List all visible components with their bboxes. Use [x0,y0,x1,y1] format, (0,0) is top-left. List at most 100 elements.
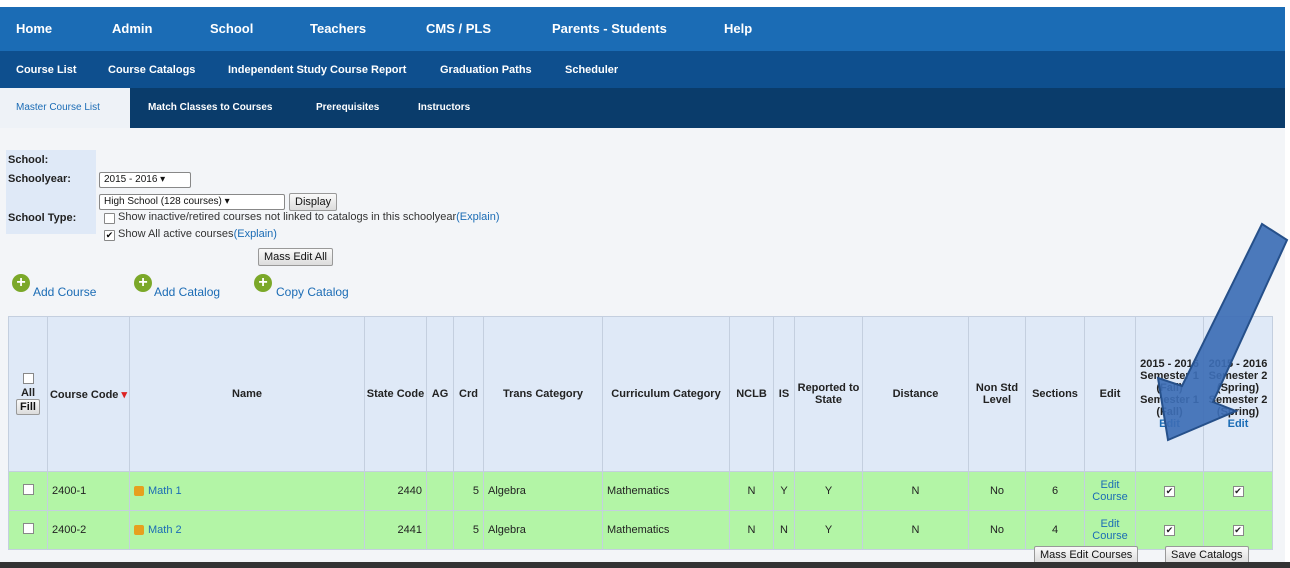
col-sections[interactable]: Sections [1025,316,1085,472]
col-nclb[interactable]: NCLB [729,316,774,472]
edit-course-link[interactable]: Edit Course [1084,471,1136,511]
course-name-link[interactable]: Math 1 [148,485,182,497]
explain-link-active[interactable]: (Explain) [234,228,277,240]
secondary-nav: Course List Course Catalogs Independent … [0,51,1285,88]
nav-parents-students[interactable]: Parents - Students [552,21,667,36]
is-cell: N [773,510,795,550]
col-state-code[interactable]: State Code [364,316,427,472]
mass-edit-all-button[interactable]: Mass Edit All [258,248,333,266]
ag-cell [426,471,454,511]
add-catalog-icon[interactable]: + [134,274,152,292]
col-select-all: All Fill [8,316,48,472]
trans-category-cell: Algebra [483,471,603,511]
bottom-bar [0,562,1290,568]
display-button[interactable]: Display [289,193,338,211]
fill-button[interactable]: Fill [16,399,40,415]
course-code-cell: 2400-2 [47,510,130,550]
show-inactive-checkbox[interactable] [104,213,115,224]
nav-course-catalogs[interactable]: Course Catalogs [108,64,195,76]
tertiary-nav: Master Course List Match Classes to Cour… [0,88,1285,128]
show-active-text: Show All active courses(Explain) [118,228,277,240]
add-course-link[interactable]: Add Course [33,285,96,299]
col-crd[interactable]: Crd [453,316,484,472]
edit-course-link[interactable]: Edit Course [1084,510,1136,550]
schoolyear-select[interactable]: 2015 - 2016 ▾ [99,172,191,188]
copy-catalog-link[interactable]: Copy Catalog [276,285,349,299]
col-name[interactable]: Name [129,316,365,472]
table-row: 2400-1 Math 1 2440 5 Algebra Mathematics… [8,471,1273,511]
course-name-link[interactable]: Math 2 [148,524,182,536]
nclb-cell: N [729,471,774,511]
nav-course-list[interactable]: Course List [16,64,77,76]
non-std-cell: No [968,510,1026,550]
school-label: School: [8,154,49,166]
distance-cell: N [862,471,969,511]
table-row: 2400-2 Math 2 2441 5 Algebra Mathematics… [8,510,1273,550]
semester-1-edit-link[interactable]: Edit [1159,418,1180,430]
lock-icon [134,525,144,536]
schoolyear-label: Schoolyear: [8,173,71,185]
semester-2-edit-link[interactable]: Edit [1228,418,1249,430]
select-all-checkbox[interactable] [22,373,34,384]
col-non-std-level[interactable]: Non Std Level [968,316,1026,472]
nav-home[interactable]: Home [16,21,52,36]
semester-1-checkbox[interactable]: ✔ [1164,525,1175,536]
tab-match-classes[interactable]: Match Classes to Courses [148,102,273,113]
semester-2-checkbox[interactable]: ✔ [1232,525,1244,536]
nav-scheduler[interactable]: Scheduler [565,64,618,76]
reported-cell: Y [794,471,863,511]
tab-prerequisites[interactable]: Prerequisites [316,102,379,113]
nav-help[interactable]: Help [724,21,752,36]
row-checkbox[interactable] [22,484,34,495]
explain-link-inactive[interactable]: (Explain) [456,211,499,223]
state-code-cell: 2440 [364,471,427,511]
semester-1-checkbox[interactable]: ✔ [1164,486,1175,497]
col-is[interactable]: IS [773,316,795,472]
course-table: All Fill Course Code ▾ Name State Code A… [8,316,1273,550]
nav-admin[interactable]: Admin [112,21,152,36]
col-semester-2: 2015 - 2016 Semester 2 (Spring) Semester… [1203,316,1273,472]
school-type-select[interactable]: High School (128 courses) ▾ [99,194,285,210]
nav-graduation-paths[interactable]: Graduation Paths [440,64,532,76]
col-course-code[interactable]: Course Code ▾ [47,316,130,472]
col-ag[interactable]: AG [426,316,454,472]
add-course-icon[interactable]: + [12,274,30,292]
sort-desc-icon: ▾ [121,388,128,401]
nav-cms-pls[interactable]: CMS / PLS [426,21,491,36]
tab-instructors[interactable]: Instructors [418,102,470,113]
col-trans-category[interactable]: Trans Category [483,316,603,472]
non-std-cell: No [968,471,1026,511]
semester-2-checkbox[interactable]: ✔ [1232,486,1244,497]
tab-master-course-list[interactable]: Master Course List [0,88,130,128]
show-active-checkbox[interactable]: ✔ [104,230,115,241]
lock-icon [134,486,144,497]
ag-cell [426,510,454,550]
course-code-cell: 2400-1 [47,471,130,511]
course-name-cell: Math 2 [129,510,365,550]
tab-label: Master Course List [16,102,100,113]
col-semester-1: 2015 - 2016 Semester 1 (Fall) Semester 1… [1135,316,1204,472]
curriculum-category-cell: Mathematics [602,471,730,511]
nav-teachers[interactable]: Teachers [310,21,366,36]
table-header-row: All Fill Course Code ▾ Name State Code A… [8,316,1273,472]
row-checkbox[interactable] [22,523,34,534]
sections-cell: 4 [1025,510,1085,550]
sections-cell: 6 [1025,471,1085,511]
col-curriculum-category[interactable]: Curriculum Category [602,316,730,472]
add-catalog-link[interactable]: Add Catalog [154,285,220,299]
col-distance[interactable]: Distance [862,316,969,472]
course-name-cell: Math 1 [129,471,365,511]
crd-cell: 5 [453,510,484,550]
trans-category-cell: Algebra [483,510,603,550]
is-cell: Y [773,471,795,511]
nav-independent-study[interactable]: Independent Study Course Report [228,64,406,76]
school-type-label: School Type: [8,212,77,224]
copy-catalog-icon[interactable]: + [254,274,272,292]
distance-cell: N [862,510,969,550]
nav-school[interactable]: School [210,21,253,36]
col-reported[interactable]: Reported to State [794,316,863,472]
primary-nav: Home Admin School Teachers CMS / PLS Par… [0,7,1285,51]
nclb-cell: N [729,510,774,550]
reported-cell: Y [794,510,863,550]
state-code-cell: 2441 [364,510,427,550]
